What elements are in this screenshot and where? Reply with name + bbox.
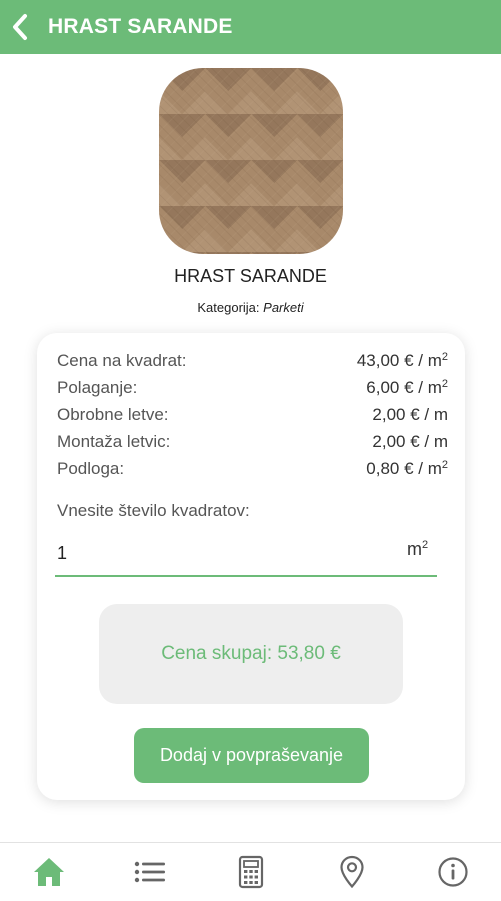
total-price-display: Cena skupaj: 53,80 € bbox=[99, 604, 403, 704]
price-row-value: 2,00 € / m bbox=[372, 405, 448, 424]
nav-home[interactable] bbox=[19, 843, 79, 901]
nav-calculator[interactable] bbox=[221, 843, 281, 901]
quantity-prompt: Vnesite število kvadratov: bbox=[57, 501, 250, 520]
page-title: HRAST SARANDE bbox=[48, 15, 233, 38]
price-row-value: 6,00 € / m2 bbox=[366, 378, 448, 397]
product-category: Kategorija: Parketi bbox=[0, 300, 501, 315]
bottom-navigation bbox=[0, 842, 501, 901]
add-to-inquiry-button[interactable]: Dodaj v povpraševanje bbox=[134, 728, 369, 783]
price-row: Montaža letvic: 2,00 € / m bbox=[57, 432, 448, 458]
price-row-value: 2,00 € / m bbox=[372, 432, 448, 451]
category-value: Parketi bbox=[263, 300, 304, 315]
unit-superscript: 2 bbox=[441, 459, 448, 471]
price-row-label: Obrobne letve: bbox=[57, 405, 169, 424]
top-app-bar: HRAST SARANDE bbox=[0, 0, 501, 54]
product-name: HRAST SARANDE bbox=[174, 266, 327, 286]
unit-superscript: 2 bbox=[422, 539, 429, 551]
home-icon bbox=[34, 858, 64, 886]
price-row: Cena na kvadrat: 43,00 € / m2 bbox=[57, 351, 448, 377]
unit-superscript: 2 bbox=[441, 351, 448, 363]
list-icon bbox=[134, 861, 165, 883]
nav-info[interactable] bbox=[423, 843, 483, 901]
calculator-icon bbox=[238, 855, 264, 889]
product-image bbox=[159, 68, 343, 254]
price-row: Podloga: 0,80 € / m2 bbox=[57, 459, 448, 485]
price-row-label: Polaganje: bbox=[57, 378, 138, 397]
info-icon bbox=[438, 857, 468, 887]
price-row-label: Podloga: bbox=[57, 459, 125, 478]
price-row-value: 43,00 € / m2 bbox=[356, 351, 448, 370]
price-row: Polaganje: 6,00 € / m2 bbox=[57, 378, 448, 404]
price-calculator-card: Cena na kvadrat: 43,00 € / m2 Polaganje:… bbox=[37, 333, 465, 800]
location-pin-icon bbox=[340, 855, 364, 889]
back-button[interactable] bbox=[2, 0, 38, 54]
price-row: Obrobne letve: 2,00 € / m bbox=[57, 405, 448, 431]
category-label: Kategorija: bbox=[197, 300, 260, 315]
nav-list[interactable] bbox=[120, 843, 180, 901]
nav-location[interactable] bbox=[322, 843, 382, 901]
price-row-label: Montaža letvic: bbox=[57, 432, 171, 451]
quantity-unit: m2 bbox=[407, 539, 429, 559]
price-row-value: 0,80 € / m2 bbox=[366, 459, 448, 478]
price-row-label: Cena na kvadrat: bbox=[57, 351, 187, 370]
chevron-left-icon bbox=[13, 14, 27, 40]
square-meters-input[interactable] bbox=[55, 531, 437, 577]
unit-superscript: 2 bbox=[441, 378, 448, 390]
